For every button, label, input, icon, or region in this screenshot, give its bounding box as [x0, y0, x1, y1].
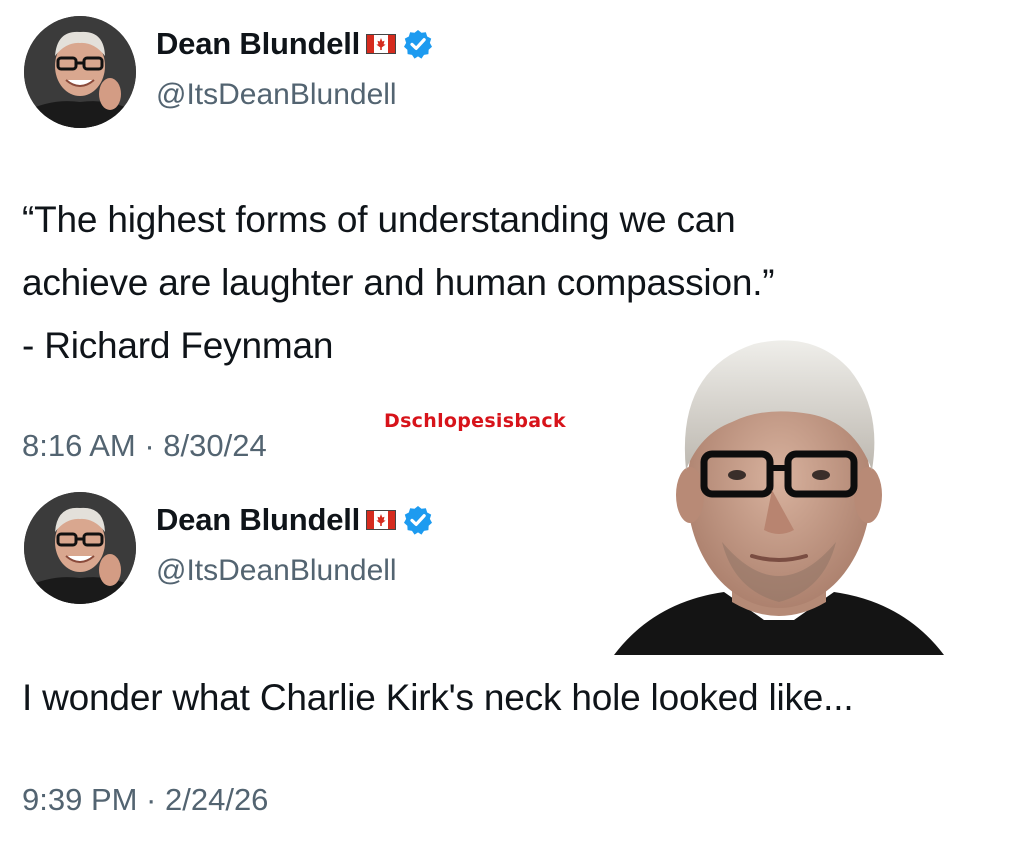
display-name[interactable]: Dean Blundell [156, 26, 360, 62]
handle[interactable]: @ItsDeanBlundell [156, 78, 397, 112]
avatar[interactable] [24, 492, 136, 604]
timestamp[interactable]: 8:16 AM · 8/30/24 [22, 428, 267, 464]
avatar[interactable] [24, 16, 136, 128]
display-name[interactable]: Dean Blundell [156, 502, 360, 538]
author-name-row: Dean Blundell [156, 26, 434, 62]
portrait-photo [614, 330, 944, 655]
verified-badge-icon [402, 504, 434, 536]
canada-flag-icon [366, 510, 397, 530]
handle[interactable]: @ItsDeanBlundell [156, 554, 397, 588]
canada-flag-icon [366, 34, 397, 54]
tweet-text: I wonder what Charlie Kirk's neck hole l… [22, 677, 854, 718]
timestamp[interactable]: 9:39 PM · 2/24/26 [22, 782, 268, 818]
verified-badge-icon [402, 28, 434, 60]
watermark-text: Dschlopesisback [384, 410, 566, 432]
author-name-row: Dean Blundell [156, 502, 434, 538]
